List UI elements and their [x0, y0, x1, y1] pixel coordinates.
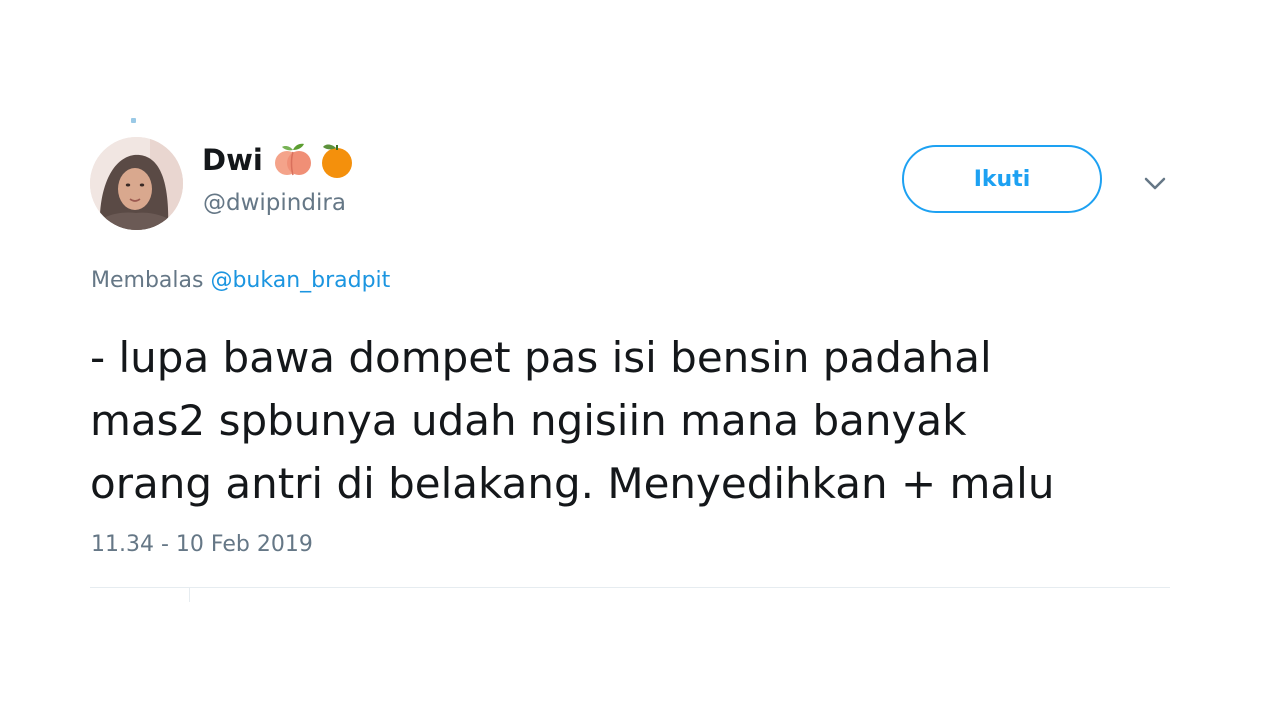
user-handle[interactable]: @dwipindira	[203, 190, 346, 216]
peach-icon	[273, 140, 313, 180]
tweet-text: - lupa bawa dompet pas isi bensin padaha…	[90, 326, 1190, 515]
follow-button[interactable]: Ikuti	[902, 145, 1102, 213]
display-name-row: Dwi	[202, 140, 357, 180]
display-name[interactable]: Dwi	[202, 143, 263, 177]
tweet-text-line: orang antri di belakang. Menyedihkan + m…	[90, 459, 1055, 508]
tweet-card: Dwi @dwipindira Ikuti Membalas @bukan_br…	[0, 0, 1280, 720]
tweet-text-line: mas2 spbunya udah ngisiin mana banyak	[90, 396, 967, 445]
decorative-dot	[131, 118, 136, 123]
tweet-timestamp[interactable]: 11.34 - 10 Feb 2019	[91, 532, 313, 557]
chevron-down-icon[interactable]	[1140, 170, 1170, 196]
divider	[90, 587, 1170, 588]
avatar[interactable]	[90, 137, 183, 230]
reply-mention-link[interactable]: @bukan_bradpit	[210, 268, 390, 293]
reply-prefix: Membalas	[91, 268, 204, 293]
divider-tick	[189, 588, 190, 602]
tweet-text-line: - lupa bawa dompet pas isi bensin padaha…	[90, 333, 992, 382]
reply-context: Membalas @bukan_bradpit	[91, 268, 390, 293]
tangerine-icon	[317, 140, 357, 180]
